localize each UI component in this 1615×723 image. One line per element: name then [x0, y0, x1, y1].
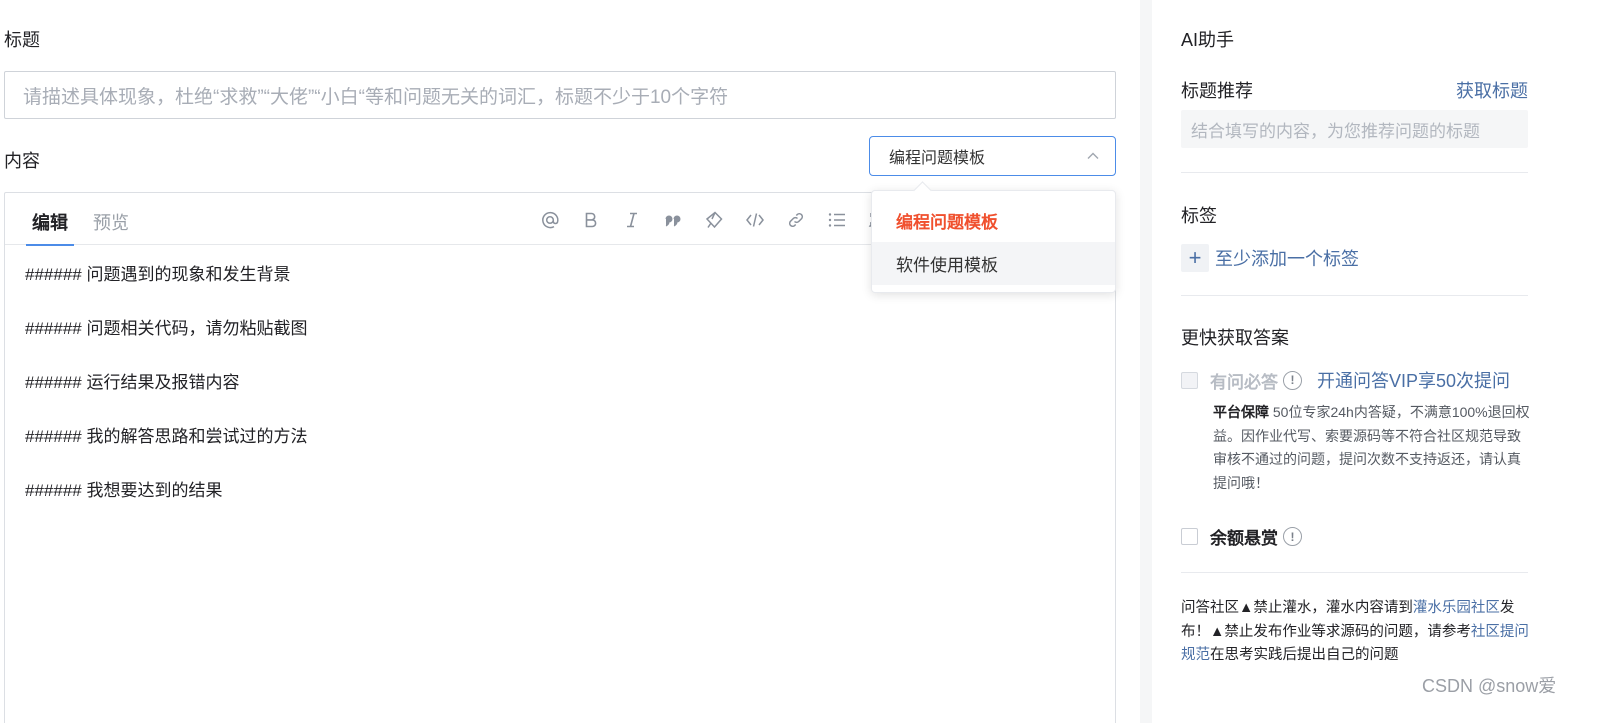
template-dropdown: 编程问题模板 软件使用模板 — [871, 190, 1116, 293]
quote-icon[interactable] — [652, 205, 693, 235]
title-recommend-placeholder: 结合填写的内容，为您推荐问题的标题 — [1191, 121, 1480, 141]
editor-content[interactable]: ###### 问题遇到的现象和发生背景 ###### 问题相关代码，请勿粘贴截图… — [25, 263, 307, 533]
water-park-link[interactable]: 灌水乐园社区 — [1413, 600, 1500, 616]
guarantee-title: 平台保障 — [1213, 404, 1269, 420]
info-icon[interactable]: ! — [1283, 527, 1302, 546]
format-tools — [529, 205, 898, 235]
faster-answer-label: 更快获取答案 — [1181, 328, 1289, 348]
community-notice: 问答社区▲禁止灌水，灌水内容请到灌水乐园社区发布！▲禁止发布作业等求源码的问题，… — [1181, 597, 1529, 668]
csdn-watermark: CSDN @snow爱 — [1422, 676, 1557, 696]
vip-option-row: 有问必答 ! 开通问答VIP享50次提问 — [1181, 367, 1510, 393]
panel-gutter — [1140, 0, 1152, 723]
brush-icon[interactable] — [693, 205, 734, 235]
vip-upgrade-link[interactable]: 开通问答VIP享50次提问 — [1317, 367, 1510, 393]
unordered-list-icon[interactable] — [816, 205, 857, 235]
notice-text: 问答社区▲禁止灌水，灌水内容请到 — [1181, 600, 1413, 616]
editor-line: ###### 问题遇到的现象和发生背景 — [25, 265, 291, 284]
template-select[interactable]: 编程问题模板 — [869, 136, 1116, 176]
title-input[interactable]: 请描述具体现象，杜绝“求救”“大佬”“小白“等和问题无关的词汇，标题不少于10个… — [4, 71, 1116, 119]
tags-label: 标签 — [1181, 206, 1217, 226]
plus-icon: + — [1181, 244, 1209, 272]
divider — [1181, 572, 1528, 573]
editor-line: ###### 我的解答思路和尝试过的方法 — [25, 427, 308, 446]
code-icon[interactable] — [734, 205, 775, 235]
dropdown-option-software[interactable]: 软件使用模板 — [872, 242, 1115, 285]
question-form: 标题 请描述具体现象，杜绝“求救”“大佬”“小白“等和问题无关的词汇，标题不少于… — [0, 0, 1140, 723]
platform-guarantee-text: 平台保障 50位专家24h内答疑，不满意100%退回权益。因作业代写、索要源码等… — [1213, 401, 1531, 495]
editor-line: ###### 我想要达到的结果 — [25, 481, 223, 500]
title-placeholder: 请描述具体现象，杜绝“求救”“大佬”“小白“等和问题无关的词汇，标题不少于10个… — [23, 86, 729, 108]
chevron-up-icon — [1087, 152, 1099, 159]
at-icon[interactable] — [529, 205, 570, 235]
bounty-label: 余额悬赏 — [1210, 529, 1278, 548]
template-select-value: 编程问题模板 — [889, 150, 986, 167]
editor-line: ###### 问题相关代码，请勿粘贴截图 — [25, 319, 308, 338]
vip-checkbox[interactable] — [1181, 371, 1198, 389]
divider — [1181, 172, 1528, 173]
tab-edit[interactable]: 编辑 — [26, 209, 74, 246]
title-recommend-label: 标题推荐 — [1181, 81, 1253, 101]
title-label: 标题 — [4, 30, 40, 50]
bounty-checkbox[interactable] — [1181, 528, 1198, 545]
add-tag-label: 至少添加一个标签 — [1215, 249, 1359, 269]
italic-icon[interactable] — [611, 205, 652, 235]
content-label: 内容 — [4, 151, 40, 171]
ai-assistant-panel: AI助手 标题推荐 获取标题 结合填写的内容，为您推荐问题的标题 标签 + 至少… — [1152, 0, 1615, 723]
add-tag-button[interactable]: + 至少添加一个标签 — [1181, 244, 1359, 272]
editor-line: ###### 运行结果及报错内容 — [25, 373, 240, 392]
title-recommend-box: 结合填写的内容，为您推荐问题的标题 — [1181, 110, 1528, 148]
tab-preview[interactable]: 预览 — [93, 209, 129, 235]
info-icon[interactable]: ! — [1283, 370, 1302, 390]
dropdown-option-programming[interactable]: 编程问题模板 — [872, 199, 1115, 242]
bounty-option-row: 余额悬赏 ! — [1181, 524, 1302, 549]
bold-icon[interactable] — [570, 205, 611, 235]
divider — [1181, 295, 1528, 296]
link-icon[interactable] — [775, 205, 816, 235]
notice-text: 在思考实践后提出自己的问题 — [1210, 647, 1399, 663]
vip-option-label: 有问必答 — [1210, 372, 1278, 392]
get-title-link[interactable]: 获取标题 — [1456, 77, 1528, 103]
ai-assistant-title: AI助手 — [1181, 30, 1235, 50]
